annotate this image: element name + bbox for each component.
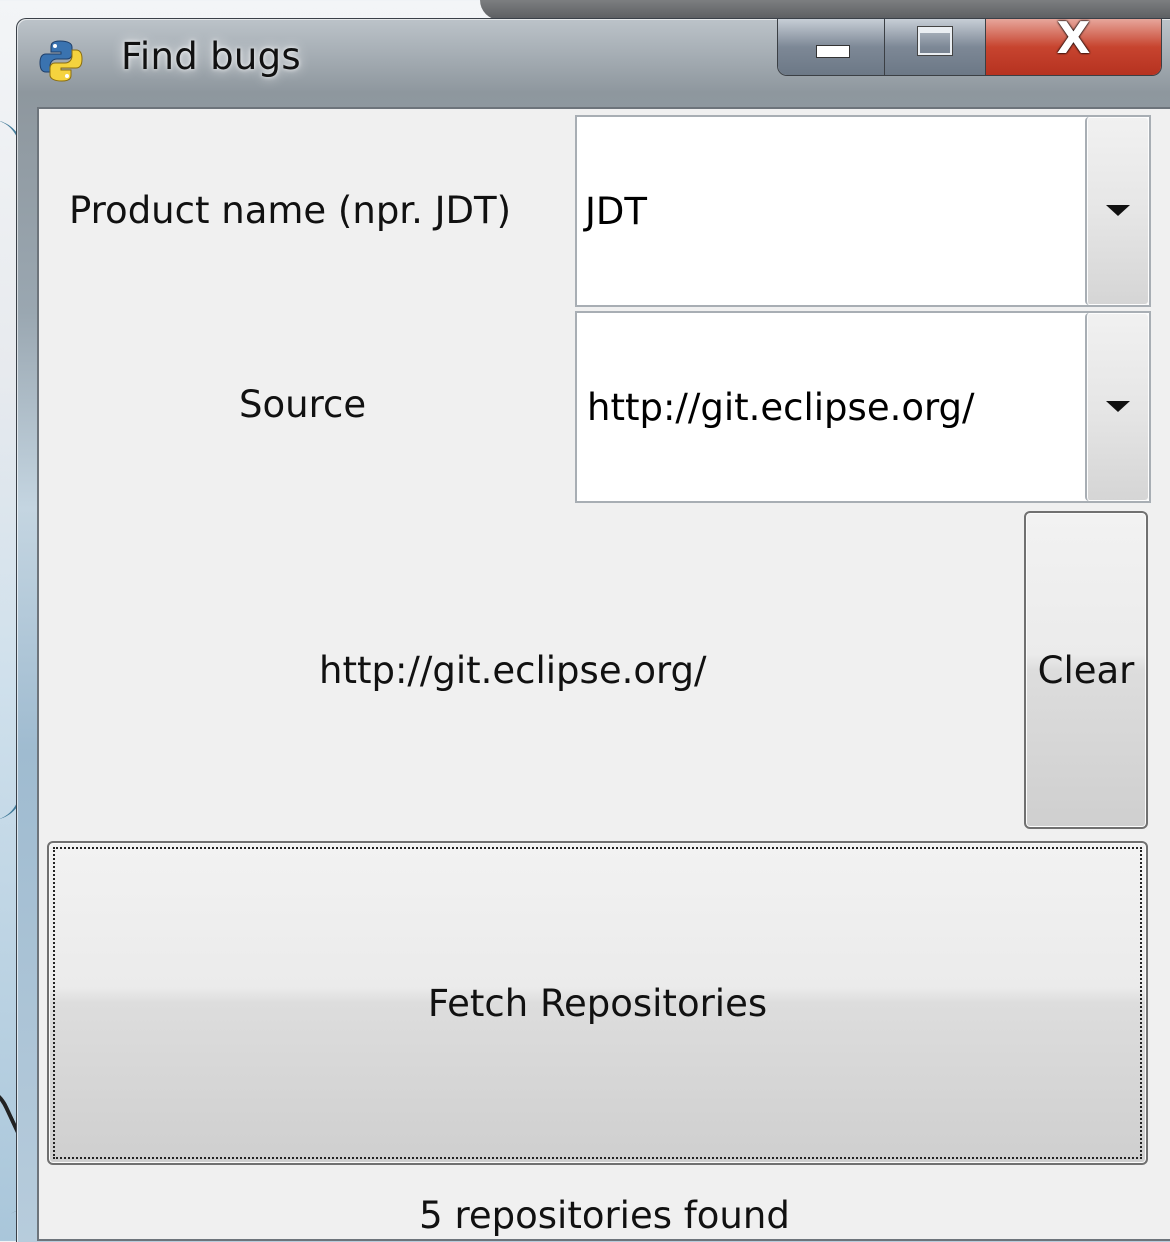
- desktop-background: [480, 0, 1170, 20]
- minimize-button[interactable]: [778, 19, 885, 75]
- client-area: Product name (npr. JDT) JDT Source http:…: [37, 107, 1170, 1241]
- maximize-button[interactable]: [885, 19, 986, 75]
- source-label: Source: [239, 383, 367, 426]
- python-icon: [39, 39, 83, 83]
- chevron-down-icon: [1106, 401, 1130, 412]
- source-value: http://git.eclipse.org/: [587, 385, 975, 429]
- product-dropdown-button[interactable]: [1085, 117, 1149, 305]
- window-title: Find bugs: [121, 35, 301, 78]
- status-text: 5 repositories found: [419, 1194, 790, 1237]
- product-name-combobox[interactable]: JDT: [575, 115, 1151, 307]
- caption-buttons: X: [777, 19, 1162, 76]
- product-name-label: Product name (npr. JDT): [69, 189, 512, 232]
- close-button[interactable]: X: [986, 19, 1161, 75]
- maximize-icon: [918, 27, 952, 55]
- chevron-down-icon: [1106, 205, 1130, 216]
- close-icon: X: [1056, 19, 1091, 64]
- product-name-value: JDT: [585, 189, 648, 233]
- selected-source-display: http://git.eclipse.org/: [319, 649, 707, 692]
- minimize-icon: [816, 45, 850, 58]
- app-window: Find bugs X Product name (npr. JDT) JDT …: [16, 18, 1170, 1242]
- source-dropdown-button[interactable]: [1085, 313, 1149, 501]
- source-combobox[interactable]: http://git.eclipse.org/: [575, 311, 1151, 503]
- fetch-repositories-button[interactable]: Fetch Repositories: [47, 841, 1148, 1165]
- title-bar[interactable]: Find bugs X: [17, 19, 1170, 107]
- clear-button[interactable]: Clear: [1024, 511, 1148, 829]
